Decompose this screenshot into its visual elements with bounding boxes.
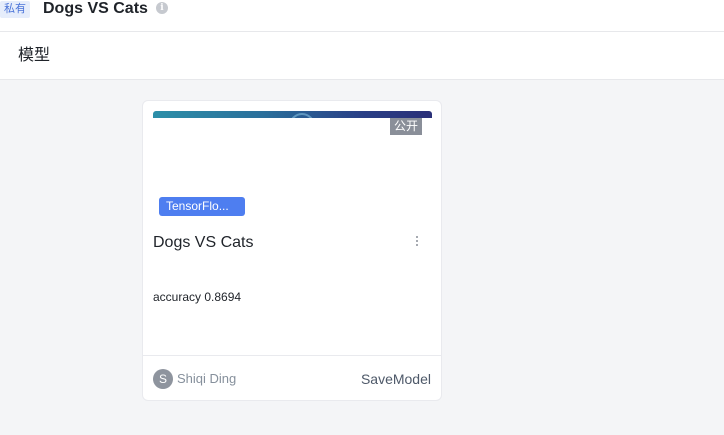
- author-name: Shiqi Ding: [177, 371, 237, 386]
- private-badge: 私有: [0, 1, 30, 18]
- page-header: 私有 Dogs VS Cats i: [0, 0, 724, 32]
- banner-decoration: [289, 113, 315, 118]
- model-card[interactable]: 公开 TensorFlo... Dogs VS Cats accuracy 0.…: [142, 100, 442, 401]
- section-bar: 模型: [0, 32, 724, 80]
- more-vertical-icon[interactable]: [412, 234, 422, 250]
- framework-tag: TensorFlo...: [159, 197, 245, 216]
- model-metric: accuracy 0.8694: [153, 290, 242, 304]
- model-card-banner: [153, 111, 432, 118]
- project-title: Dogs VS Cats: [43, 0, 148, 17]
- tab-models[interactable]: 模型: [18, 46, 50, 66]
- avatar: S: [153, 369, 173, 389]
- model-card-footer: S Shiqi Ding SaveModel: [143, 355, 441, 401]
- visibility-badge: 公开: [390, 118, 422, 135]
- info-icon[interactable]: i: [156, 2, 168, 14]
- model-name[interactable]: Dogs VS Cats: [153, 233, 253, 253]
- model-format: SaveModel: [360, 371, 431, 387]
